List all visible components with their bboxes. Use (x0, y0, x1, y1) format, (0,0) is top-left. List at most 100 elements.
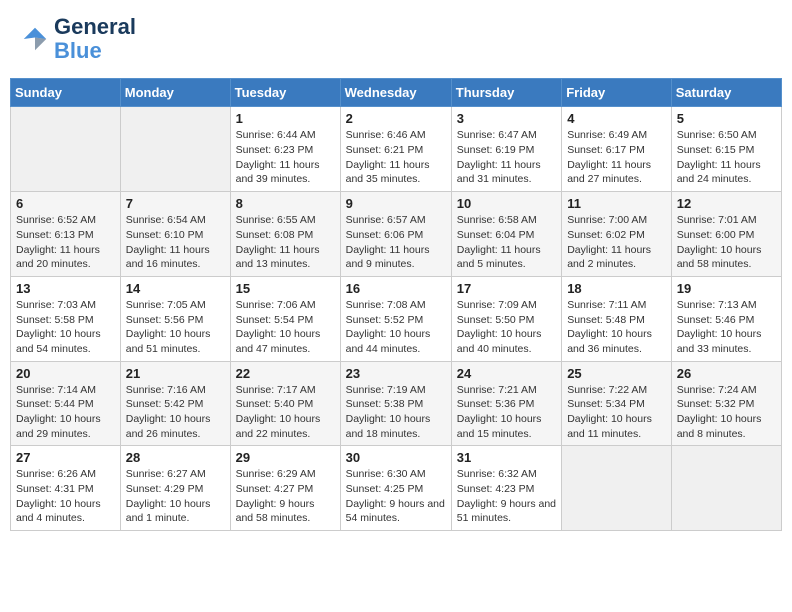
day-number: 8 (236, 196, 335, 211)
day-info: Sunrise: 7:09 AMSunset: 5:50 PMDaylight:… (457, 298, 556, 357)
calendar-cell: 5Sunrise: 6:50 AMSunset: 6:15 PMDaylight… (671, 107, 781, 192)
day-info: Sunrise: 6:52 AMSunset: 6:13 PMDaylight:… (16, 213, 115, 272)
day-info: Sunrise: 7:03 AMSunset: 5:58 PMDaylight:… (16, 298, 115, 357)
day-number: 24 (457, 366, 556, 381)
calendar-cell: 21 Sunrise: 7:16 AMSunset: 5:42 PMDayligh… (120, 361, 230, 446)
day-info: Sunrise: 7:08 AMSunset: 5:52 PMDaylight:… (346, 298, 446, 357)
calendar-cell: 14 Sunrise: 7:05 AMSunset: 5:56 PMDayligh… (120, 276, 230, 361)
day-number: 11 (567, 196, 666, 211)
logo-text: GeneralBlue (54, 15, 136, 63)
day-number: 16 (346, 281, 446, 296)
calendar-cell: 2 Sunrise: 6:46 AMSunset: 6:21 PMDaylight… (340, 107, 451, 192)
day-number: 10 (457, 196, 556, 211)
day-info: Sunrise: 6:46 AMSunset: 6:21 PMDaylight:… (346, 128, 446, 187)
day-number: 20 (16, 366, 115, 381)
day-info: Sunrise: 7:14 AMSunset: 5:44 PMDaylight:… (16, 383, 115, 442)
calendar-cell: 9 Sunrise: 6:57 AMSunset: 6:06 PMDaylight… (340, 192, 451, 277)
calendar-table: SundayMondayTuesdayWednesdayThursdayFrid… (10, 78, 782, 531)
day-number: 14 (126, 281, 225, 296)
day-info: Sunrise: 6:58 AMSunset: 6:04 PMDaylight:… (457, 213, 556, 272)
day-info: Sunrise: 7:06 AMSunset: 5:54 PMDaylight:… (236, 298, 335, 357)
calendar-cell: 12 Sunrise: 7:01 AMSunset: 6:00 PMDayligh… (671, 192, 781, 277)
day-info: Sunrise: 7:17 AMSunset: 5:40 PMDaylight:… (236, 383, 335, 442)
day-number: 30 (346, 450, 446, 465)
weekday-header-tuesday: Tuesday (230, 79, 340, 107)
day-number: 3 (457, 111, 556, 126)
day-number: 27 (16, 450, 115, 465)
day-info: Sunrise: 6:44 AMSunset: 6:23 PMDaylight:… (236, 128, 335, 187)
day-number: 6 (16, 196, 115, 211)
day-number: 28 (126, 450, 225, 465)
day-info: Sunrise: 6:49 AMSunset: 6:17 PMDaylight:… (567, 128, 666, 187)
logo: GeneralBlue (20, 15, 136, 63)
calendar-cell: 7 Sunrise: 6:54 AMSunset: 6:10 PMDaylight… (120, 192, 230, 277)
weekday-header-saturday: Saturday (671, 79, 781, 107)
day-number: 26 (677, 366, 776, 381)
calendar-cell: 27 Sunrise: 6:26 AMSunset: 4:31 PMDayligh… (11, 446, 121, 531)
calendar-cell: 30 Sunrise: 6:30 AMSunset: 4:25 PMDayligh… (340, 446, 451, 531)
calendar-cell: 26 Sunrise: 7:24 AMSunset: 5:32 PMDayligh… (671, 361, 781, 446)
day-info: Sunrise: 6:54 AMSunset: 6:10 PMDaylight:… (126, 213, 225, 272)
weekday-header-wednesday: Wednesday (340, 79, 451, 107)
day-number: 5 (677, 111, 776, 126)
day-number: 29 (236, 450, 335, 465)
day-info: Sunrise: 6:29 AMSunset: 4:27 PMDaylight:… (236, 467, 335, 526)
day-info: Sunrise: 7:13 AMSunset: 5:46 PMDaylight:… (677, 298, 776, 357)
day-info: Sunrise: 6:57 AMSunset: 6:06 PMDaylight:… (346, 213, 446, 272)
weekday-header-sunday: Sunday (11, 79, 121, 107)
day-number: 15 (236, 281, 335, 296)
day-info: Sunrise: 6:47 AMSunset: 6:19 PMDaylight:… (457, 128, 556, 187)
day-number: 21 (126, 366, 225, 381)
calendar-cell (671, 446, 781, 531)
day-info: Sunrise: 7:05 AMSunset: 5:56 PMDaylight:… (126, 298, 225, 357)
day-info: Sunrise: 7:21 AMSunset: 5:36 PMDaylight:… (457, 383, 556, 442)
day-info: Sunrise: 7:22 AMSunset: 5:34 PMDaylight:… (567, 383, 666, 442)
day-number: 17 (457, 281, 556, 296)
calendar-cell (120, 107, 230, 192)
calendar-cell: 24 Sunrise: 7:21 AMSunset: 5:36 PMDayligh… (451, 361, 561, 446)
day-number: 12 (677, 196, 776, 211)
day-number: 4 (567, 111, 666, 126)
day-info: Sunrise: 7:11 AMSunset: 5:48 PMDaylight:… (567, 298, 666, 357)
calendar-cell: 22Sunrise: 7:17 AMSunset: 5:40 PMDayligh… (230, 361, 340, 446)
day-number: 9 (346, 196, 446, 211)
weekday-header-friday: Friday (562, 79, 672, 107)
day-info: Sunrise: 7:01 AMSunset: 6:00 PMDaylight:… (677, 213, 776, 272)
calendar-cell: 29 Sunrise: 6:29 AMSunset: 4:27 PMDayligh… (230, 446, 340, 531)
calendar-cell: 4 Sunrise: 6:49 AMSunset: 6:17 PMDaylight… (562, 107, 672, 192)
calendar-cell (11, 107, 121, 192)
calendar-cell: 8Sunrise: 6:55 AMSunset: 6:08 PMDaylight… (230, 192, 340, 277)
day-info: Sunrise: 6:27 AMSunset: 4:29 PMDaylight:… (126, 467, 225, 526)
calendar-cell: 17 Sunrise: 7:09 AMSunset: 5:50 PMDayligh… (451, 276, 561, 361)
calendar-cell: 13 Sunrise: 7:03 AMSunset: 5:58 PMDayligh… (11, 276, 121, 361)
calendar-cell: 15 Sunrise: 7:06 AMSunset: 5:54 PMDayligh… (230, 276, 340, 361)
page-header: GeneralBlue (10, 10, 782, 68)
day-number: 18 (567, 281, 666, 296)
calendar-cell: 25 Sunrise: 7:22 AMSunset: 5:34 PMDayligh… (562, 361, 672, 446)
day-number: 7 (126, 196, 225, 211)
day-info: Sunrise: 6:26 AMSunset: 4:31 PMDaylight:… (16, 467, 115, 526)
calendar-cell: 18 Sunrise: 7:11 AMSunset: 5:48 PMDayligh… (562, 276, 672, 361)
calendar-cell: 3 Sunrise: 6:47 AMSunset: 6:19 PMDaylight… (451, 107, 561, 192)
calendar-cell: 19 Sunrise: 7:13 AMSunset: 5:46 PMDayligh… (671, 276, 781, 361)
day-number: 25 (567, 366, 666, 381)
day-number: 23 (346, 366, 446, 381)
day-info: Sunrise: 6:32 AMSunset: 4:23 PMDaylight:… (457, 467, 556, 526)
day-number: 19 (677, 281, 776, 296)
day-info: Sunrise: 7:00 AMSunset: 6:02 PMDaylight:… (567, 213, 666, 272)
day-info: Sunrise: 7:19 AMSunset: 5:38 PMDaylight:… (346, 383, 446, 442)
calendar-cell: 11 Sunrise: 7:00 AMSunset: 6:02 PMDayligh… (562, 192, 672, 277)
day-number: 31 (457, 450, 556, 465)
day-number: 2 (346, 111, 446, 126)
calendar-cell: 23 Sunrise: 7:19 AMSunset: 5:38 PMDayligh… (340, 361, 451, 446)
calendar-cell: 6 Sunrise: 6:52 AMSunset: 6:13 PMDaylight… (11, 192, 121, 277)
day-number: 13 (16, 281, 115, 296)
day-info: Sunrise: 7:16 AMSunset: 5:42 PMDaylight:… (126, 383, 225, 442)
day-info: Sunrise: 6:30 AMSunset: 4:25 PMDaylight:… (346, 467, 446, 526)
calendar-cell: 16 Sunrise: 7:08 AMSunset: 5:52 PMDayligh… (340, 276, 451, 361)
weekday-header-thursday: Thursday (451, 79, 561, 107)
calendar-cell: 28 Sunrise: 6:27 AMSunset: 4:29 PMDayligh… (120, 446, 230, 531)
calendar-cell: 10 Sunrise: 6:58 AMSunset: 6:04 PMDayligh… (451, 192, 561, 277)
day-info: Sunrise: 7:24 AMSunset: 5:32 PMDaylight:… (677, 383, 776, 442)
calendar-cell: 1Sunrise: 6:44 AMSunset: 6:23 PMDaylight… (230, 107, 340, 192)
